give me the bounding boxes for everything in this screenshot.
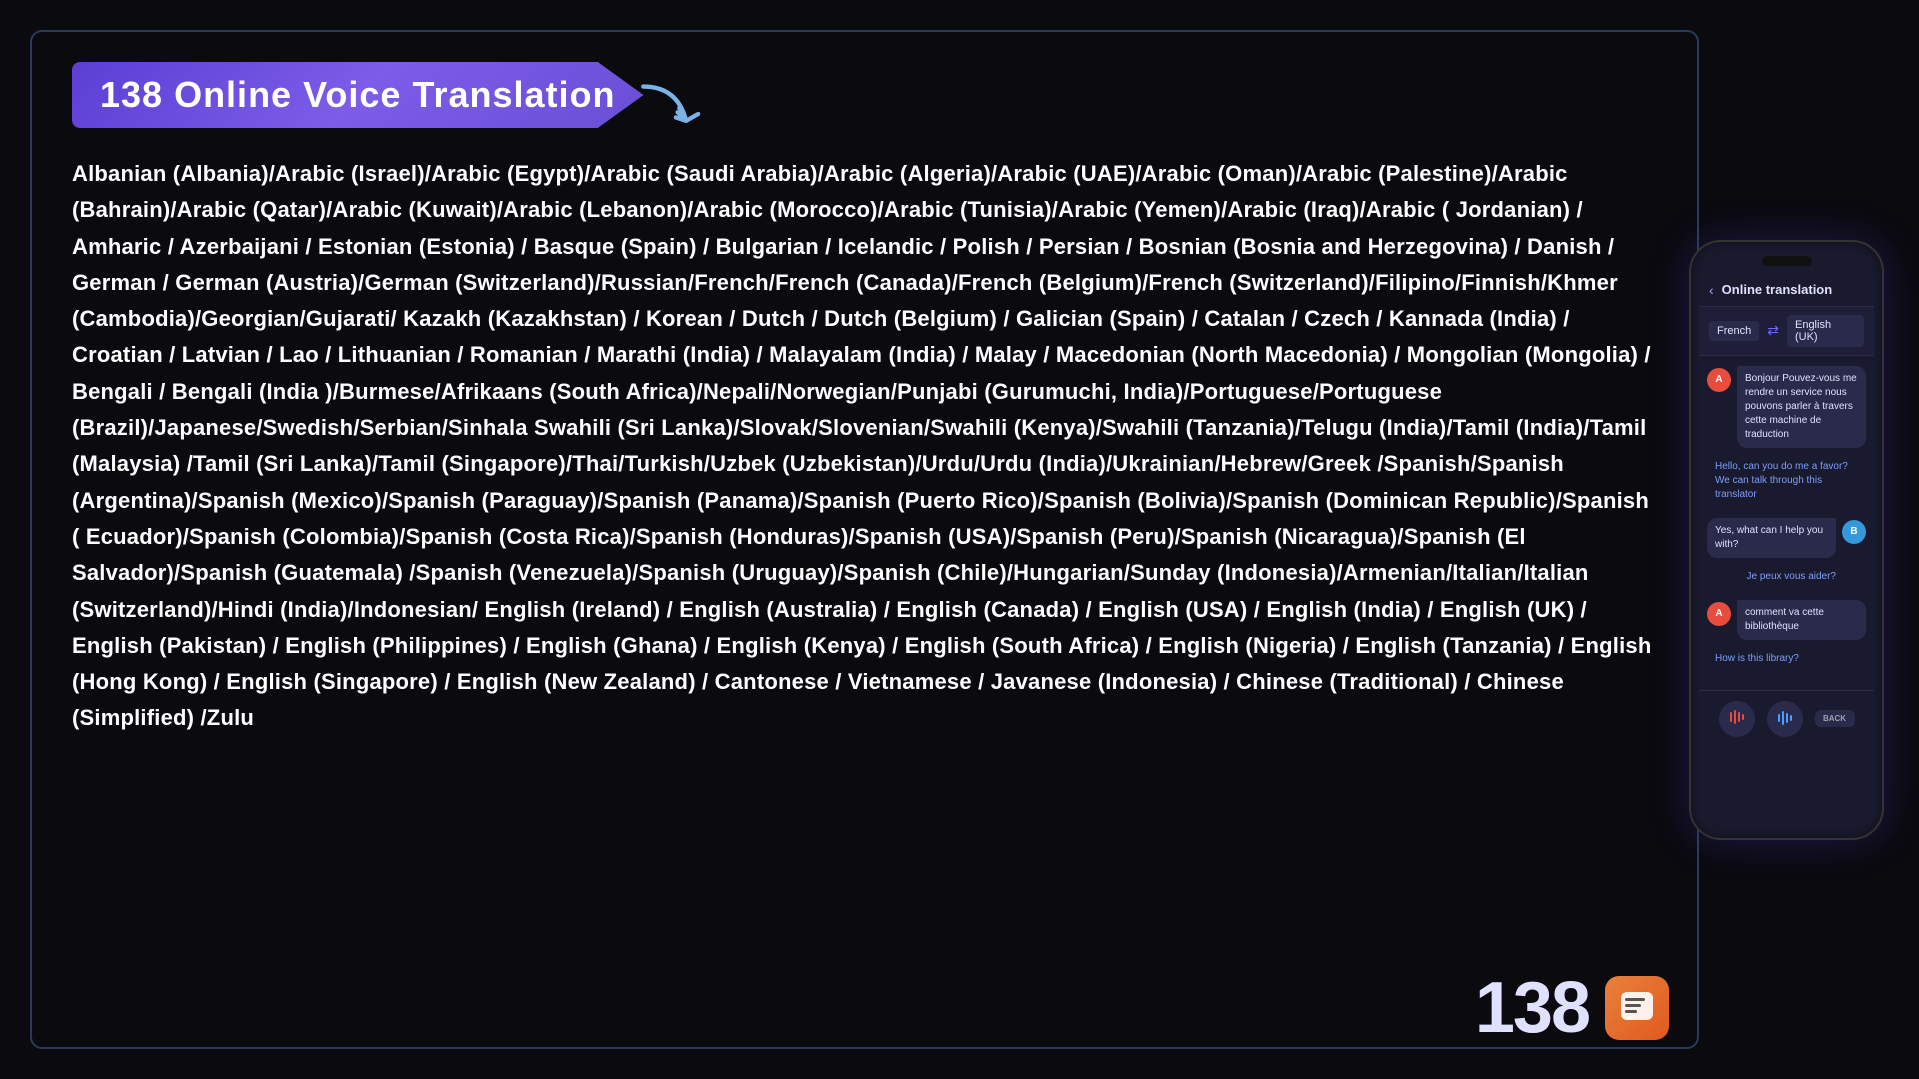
message-row-1: A Bonjour Pouvez-vous me rendre un servi… [1707,366,1866,448]
target-language[interactable]: English (UK) [1787,315,1864,347]
badge-number: 138 [1475,967,1589,1049]
phone-screen: ‹ Online translation French ⇄ English (U… [1699,274,1874,824]
phone-notch [1762,256,1812,266]
language-selector: French ⇄ English (UK) [1699,307,1874,356]
back-arrow-icon[interactable]: ‹ [1709,282,1714,298]
avatar-a-2: A [1707,602,1731,626]
source-language[interactable]: French [1709,321,1759,341]
bubble-3: comment va cette bibliothèque [1737,600,1866,640]
main-container: 138 Online Voice Translation Albanian (A… [30,30,1699,1049]
translated-1: Hello, can you do me a favor? We can tal… [1707,458,1866,508]
chat-icon-badge [1605,976,1669,1040]
bubble-1: Bonjour Pouvez-vous me rendre un service… [1737,366,1866,448]
title-bg: 138 Online Voice Translation [72,62,644,128]
mic-button-a[interactable] [1719,701,1755,737]
arrow-decoration [634,78,704,138]
bubble-2: Yes, what can I help you with? [1707,518,1836,558]
bottom-badge: 138 [1475,967,1669,1049]
languages-list: Albanian (Albania)/Arabic (Israel)/Arabi… [72,156,1657,737]
title-banner: 138 Online Voice Translation [72,62,644,128]
avatar-b-1: B [1842,520,1866,544]
phone-header: ‹ Online translation [1699,274,1874,307]
chat-area: A Bonjour Pouvez-vous me rendre un servi… [1699,356,1874,682]
translated-3: How is this library? [1707,650,1866,672]
avatar-a-1: A [1707,368,1731,392]
phone-header-title: Online translation [1722,282,1833,297]
page-title: 138 Online Voice Translation [100,74,616,115]
back-button[interactable]: BACK [1815,710,1855,727]
swap-icon[interactable]: ⇄ [1767,322,1779,339]
mic-button-b[interactable] [1767,701,1803,737]
message-row-2: B Yes, what can I help you with? [1707,518,1866,558]
translated-2: Je peux vous aider? [1707,568,1866,590]
phone-mockup: ‹ Online translation French ⇄ English (U… [1689,240,1884,840]
message-row-3: A comment va cette bibliothèque [1707,600,1866,640]
phone-outer: ‹ Online translation French ⇄ English (U… [1689,240,1884,840]
phone-bottom-controls: BACK [1699,690,1874,747]
